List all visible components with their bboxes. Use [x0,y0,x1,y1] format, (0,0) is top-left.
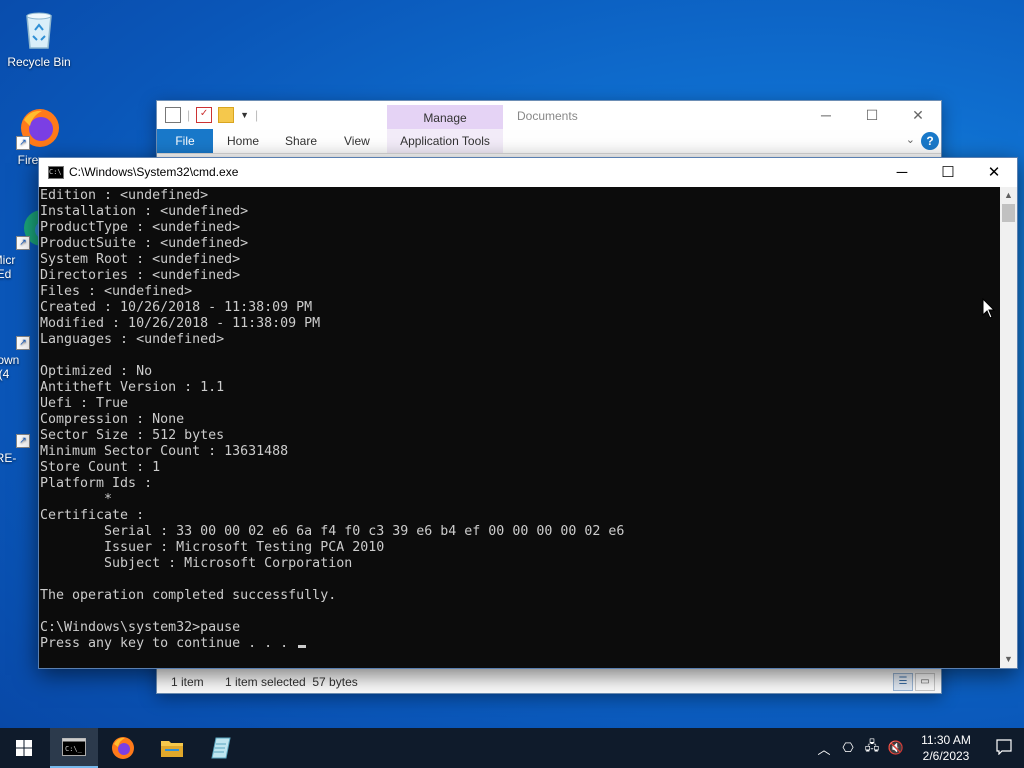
cmd-icon: C:\_ [62,738,86,756]
window-title: Documents [517,109,578,123]
console-line: Languages : <undefined> [40,332,225,347]
console-line: Uefi : True [40,396,129,411]
windows-logo-icon [16,740,32,756]
desktop-icon-label: RE- [0,451,17,465]
svg-text:C:\_: C:\_ [65,745,83,753]
tab-manage[interactable]: Manage [387,105,503,131]
cmd-title: C:\Windows\System32\cmd.exe [69,165,239,179]
console-line: Installation : <undefined> [40,204,249,219]
taskbar: C:\_ ︿ ⎔ 🖧 🔇 11:30 AM 2/6/2023 [0,728,1024,768]
close-icon[interactable]: ✕ [895,101,941,129]
taskbar-file-explorer[interactable] [148,728,196,768]
volume-muted-icon[interactable]: 🔇 [884,740,908,756]
recycle-bin-icon [17,8,61,52]
desktop-icon-label: Micr Ed [0,253,16,281]
console-line: Modified : 10/26/2018 - 11:38:09 PM [40,316,321,331]
meet-now-icon[interactable]: ⎔ [836,740,860,756]
console-line: Created : 10/26/2018 - 11:38:09 PM [40,300,313,315]
notifications-icon[interactable] [984,738,1024,758]
firefox-icon [112,737,134,759]
maximize-icon[interactable]: ☐ [849,101,895,129]
console-line: Platform Ids : [40,476,153,491]
clock[interactable]: 11:30 AM 2/6/2023 [908,732,984,764]
console-line: Minimum Sector Count : 13631488 [40,444,289,459]
minimize-icon[interactable]: ─ [879,158,925,187]
desktop-icon-label: Recycle Bin [7,55,71,69]
vertical-scrollbar[interactable]: ▲ ▼ [1000,187,1017,668]
explorer-titlebar[interactable]: | ✓ ▼ | Manage Documents ─ ☐ ✕ [157,101,941,131]
taskbar-notepad[interactable] [197,728,245,768]
console-line: Files : <undefined> [40,284,193,299]
status-selection: 1 item selected 57 bytes [225,675,358,689]
shortcut-arrow-icon: ↗ [16,136,30,150]
system-tray: ︿ ⎔ 🖧 🔇 11:30 AM 2/6/2023 [812,728,1024,768]
taskbar-firefox[interactable] [99,728,147,768]
firefox-icon: ↗ [16,106,60,150]
console-line: Antitheft Version : 1.1 [40,380,225,395]
console-line: C:\Windows\system32>pause [40,620,241,635]
status-item-count: 1 item [171,675,204,689]
shortcut-arrow-icon: ↗ [16,236,30,250]
tab-application-tools[interactable]: Application Tools [387,129,503,153]
customize-toolbar-chevron-icon[interactable]: ▼ [240,110,249,120]
console-line: ProductSuite : <undefined> [40,236,249,251]
shortcut-arrow-icon: ↗ [16,434,30,448]
tab-view[interactable]: View [344,129,370,153]
minimize-icon[interactable]: ─ [803,101,849,129]
clock-time: 11:30 AM [921,733,971,747]
console-line: ProductType : <undefined> [40,220,241,235]
console-line: Compression : None [40,412,185,427]
notepad-icon [211,737,231,759]
console-line: The operation completed successfully. [40,588,337,603]
cmd-window[interactable]: C:\ C:\Windows\System32\cmd.exe ─ ☐ ✕ Ed… [38,157,1018,669]
console-line: Optimized : No [40,364,153,379]
tab-file[interactable]: File [157,129,213,153]
console-line: Press any key to continue . . . [40,636,1000,652]
tab-share[interactable]: Share [285,129,317,153]
checkmark-icon[interactable]: ✓ [196,107,213,123]
console-line: * [40,492,113,507]
console-line: Certificate : [40,508,145,523]
console-line: System Root : <undefined> [40,252,241,267]
scrollbar-thumb[interactable] [1002,204,1015,222]
folder-icon [161,741,183,757]
console-output[interactable]: Edition : <undefined> Installation : <und… [39,187,1000,668]
console-line: Edition : <undefined> [40,188,209,203]
status-bar: 1 item 1 item selected 57 bytes ☰ ▭ [157,671,941,693]
console-line: Sector Size : 512 bytes [40,428,225,443]
text-cursor [298,645,307,648]
large-icons-view-icon[interactable]: ▭ [915,673,935,691]
details-view-icon[interactable]: ☰ [893,673,913,691]
close-icon[interactable]: ✕ [971,158,1017,187]
properties-icon[interactable] [165,107,181,123]
console-line: Directories : <undefined> [40,268,241,283]
desktop-icon-label: Down (4 [0,353,20,381]
desktop-icon-recycle-bin[interactable]: Recycle Bin [1,8,77,69]
start-button[interactable] [0,728,48,768]
shortcut-arrow-icon: ↗ [16,336,30,350]
console-line: Serial : 33 00 00 02 e6 6a f4 f0 c3 39 e… [40,524,625,539]
mouse-pointer-icon [982,298,996,319]
console-line: Subject : Microsoft Corporation [40,556,353,571]
expand-ribbon-chevron-icon[interactable]: ⌄ [906,133,915,146]
cmd-icon: C:\ [48,166,64,179]
help-icon[interactable]: ? [921,132,939,150]
new-folder-icon[interactable] [218,107,235,123]
quick-access-toolbar: | ✓ ▼ | [165,107,258,123]
console-line: Store Count : 1 [40,460,161,475]
taskbar-cmd[interactable]: C:\_ [50,728,98,768]
scroll-down-icon[interactable]: ▼ [1000,651,1017,668]
console-line: Issuer : Microsoft Testing PCA 2010 [40,540,385,555]
network-icon[interactable]: 🖧 [860,737,884,759]
clock-date: 2/6/2023 [922,749,970,763]
show-hidden-icons-chevron-icon[interactable]: ︿ [812,739,836,758]
maximize-icon[interactable]: ☐ [925,158,971,187]
scroll-up-icon[interactable]: ▲ [1000,187,1017,204]
ribbon-tabs: File Home Share View Application Tools ⌄… [157,129,941,154]
cmd-titlebar[interactable]: C:\ C:\Windows\System32\cmd.exe ─ ☐ ✕ [39,158,1017,187]
tab-home[interactable]: Home [227,129,259,153]
